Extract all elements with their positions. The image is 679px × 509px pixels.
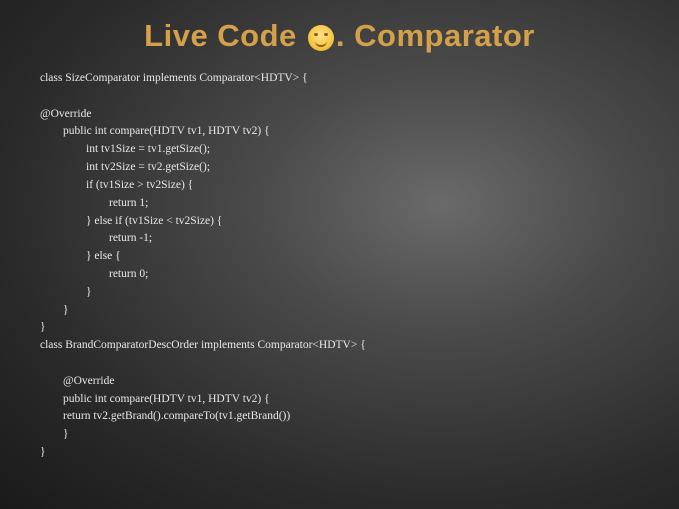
slide-title: Live Code . Comparator	[40, 18, 639, 54]
smiley-icon	[308, 25, 334, 51]
code-block: class SizeComparator implements Comparat…	[40, 70, 639, 462]
slide: Live Code . Comparator class SizeCompara…	[0, 0, 679, 509]
title-text-left: Live Code	[144, 18, 306, 53]
title-text-right: . Comparator	[336, 18, 535, 53]
